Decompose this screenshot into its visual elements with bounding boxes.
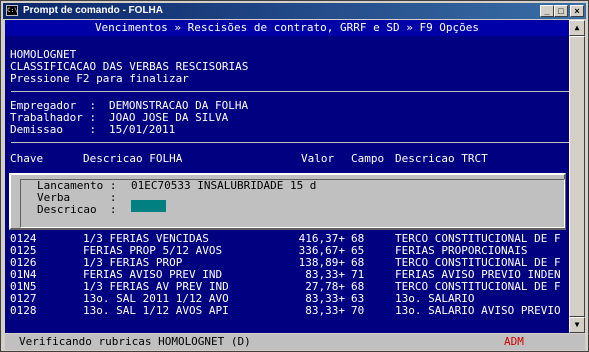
descricao-label: Descricao : [37,203,117,216]
lancamento-value: 01EC70533 INSALUBRIDADE 15 d [131,179,317,192]
cell-valor: 83,33+ [305,304,345,317]
cell-chave: 0128 [10,304,37,317]
col-header-chave: Chave [10,152,44,165]
col-header-valor: Valor [301,152,335,165]
verba-input[interactable] [131,200,166,212]
status-message: Verificando rubricas HOMOLOGNET (D) [19,335,251,348]
dialog-frame: Lancamento : 01EC70533 INSALUBRIDADE 15 … [20,179,565,228]
window-title: Prompt de comando - FOLHA [23,5,163,16]
col-header-descricao-trct: Descricao TRCT [395,152,488,165]
vertical-scrollbar[interactable]: ▲ ▼ [569,20,585,333]
minimize-button[interactable]: _ [540,5,554,17]
console-area: Vencimentos » Rescisões de contrato, GRR… [5,20,569,333]
console-window: C:\ Prompt de comando - FOLHA _ □ × Venc… [0,0,589,352]
close-button[interactable]: × [570,5,584,17]
cell-descricao: 13o. SAL 1/12 AVOS API [83,304,229,317]
header-instruction: Pressione F2 para finalizar [10,72,189,85]
scroll-thumb[interactable] [569,36,585,317]
divider [11,91,569,92]
col-header-descricao: Descricao FOLHA [83,152,183,165]
status-user: ADM [504,335,524,348]
maximize-button[interactable]: □ [554,5,568,17]
scroll-up-arrow-icon[interactable]: ▲ [569,20,585,36]
col-header-campo: Campo [351,152,385,165]
cell-descricao-trct: 13o. SALARIO AVISO PREVIO [395,304,561,317]
dismissal-label: Demissao : [10,123,97,136]
menu-breadcrumb-bar: Vencimentos » Rescisões de contrato, GRR… [5,20,569,36]
breadcrumb: Vencimentos » Rescisões de contrato, GRR… [94,21,480,34]
dismissal-value: 15/01/2011 [109,123,176,136]
divider [11,142,569,143]
cell-campo: 70 [351,304,365,317]
title-bar[interactable]: C:\ Prompt de comando - FOLHA _ □ × [3,3,586,19]
lancamento-dialog: Lancamento : 01EC70533 INSALUBRIDADE 15 … [9,173,566,230]
console-app-icon[interactable]: C:\ [6,5,18,16]
scroll-down-arrow-icon[interactable]: ▼ [569,317,585,333]
status-bar: Verificando rubricas HOMOLOGNET (D) ADM [5,334,585,350]
